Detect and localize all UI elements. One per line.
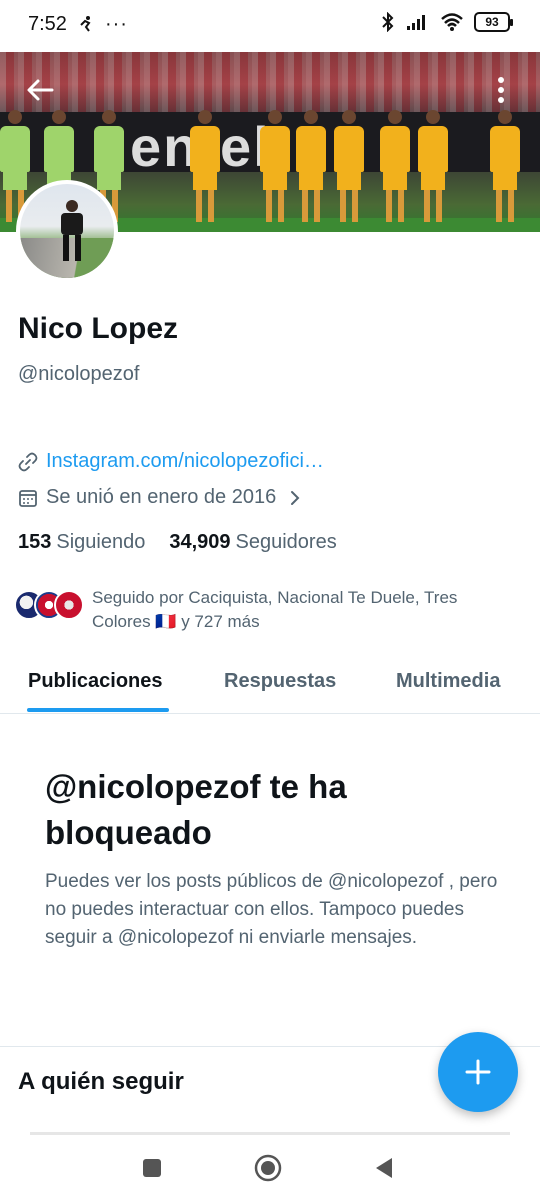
followed-by-avatars (14, 586, 84, 622)
home-button[interactable] (252, 1152, 284, 1184)
banner-player (190, 110, 220, 222)
more-options-button[interactable] (496, 74, 506, 106)
profile-tabs: Publicaciones Respuestas Multimedia (0, 656, 540, 714)
following-link[interactable]: 153 Siguiendo (18, 531, 145, 554)
blocked-title: @nicolopezof te ha bloqueado (45, 768, 347, 851)
tab-multimedia[interactable]: Multimedia (396, 670, 500, 693)
website-link-text[interactable]: Instagram.com/nicolopezofici… (46, 450, 324, 473)
joined-date-row[interactable]: Se unió en enero de 2016 (18, 486, 302, 509)
followers-label: Seguidores (235, 531, 337, 553)
recents-button[interactable] (136, 1152, 168, 1184)
plus-icon (465, 1059, 491, 1085)
following-count: 153 (18, 531, 52, 553)
banner-player (296, 110, 326, 222)
bluetooth-icon (382, 12, 394, 32)
circle-home-icon (254, 1154, 282, 1182)
follower-avatar (54, 590, 84, 620)
followers-link[interactable]: 34,909 Seguidores (169, 531, 336, 554)
back-nav-button[interactable] (368, 1152, 400, 1184)
banner-player (490, 110, 520, 222)
signal-icon (407, 15, 425, 30)
battery-indicator: 93 (474, 12, 513, 32)
tab-respuestas[interactable]: Respuestas (224, 670, 336, 693)
profile-website-link[interactable]: Instagram.com/nicolopezofici… (18, 450, 324, 473)
banner-player (334, 110, 364, 222)
wifi-icon (441, 13, 463, 31)
back-button[interactable] (24, 74, 56, 106)
banner-player (260, 110, 290, 222)
banner-player (380, 110, 410, 222)
tab-publicaciones[interactable]: Publicaciones (28, 670, 163, 693)
blocked-description: Puedes ver los posts públicos de @nicolo… (45, 871, 498, 948)
more-notifications-icon: ··· (104, 12, 128, 35)
who-to-follow-placeholder (30, 1132, 510, 1135)
who-to-follow-title: A quién seguir (18, 1068, 184, 1095)
system-navigation-bar (0, 1136, 540, 1200)
profile-avatar[interactable] (16, 180, 118, 282)
followed-by-text: Seguido por Caciquista, Nacional Te Duel… (92, 588, 458, 631)
triangle-back-icon (376, 1158, 392, 1178)
compose-button[interactable] (438, 1032, 518, 1112)
status-bar: 7:52 ··· 93 (0, 0, 540, 48)
following-label: Siguiendo (56, 531, 146, 553)
active-tab-indicator (27, 708, 169, 712)
banner-crowd (0, 52, 540, 112)
joined-date-text: Se unió en enero de 2016 (46, 486, 277, 508)
profile-handle: @nicolopezof (18, 363, 140, 385)
profile-display-name: Nico Lopez (18, 312, 179, 345)
square-icon (143, 1159, 161, 1177)
status-time: 7:52 (28, 12, 67, 35)
banner-player (418, 110, 448, 222)
activity-icon (80, 16, 91, 32)
more-vertical-icon (498, 77, 504, 103)
calendar-icon (19, 489, 37, 507)
back-arrow-icon (27, 79, 54, 101)
chevron-right-icon (291, 490, 300, 505)
link-icon (18, 452, 38, 471)
followed-by-row[interactable]: Seguido por Caciquista, Nacional Te Duel… (14, 586, 512, 634)
follow-counts: 153 Siguiendo 34,909 Seguidores (18, 531, 337, 554)
followers-count: 34,909 (169, 531, 231, 553)
